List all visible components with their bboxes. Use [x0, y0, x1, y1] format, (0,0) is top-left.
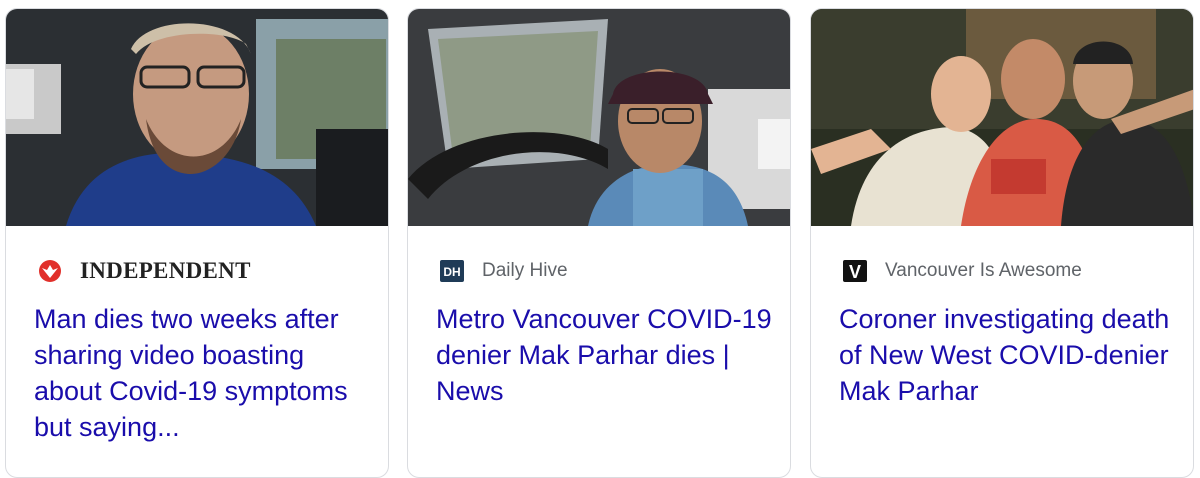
news-thumbnail[interactable]	[811, 9, 1193, 226]
news-headline[interactable]: Coroner investigating death of New West …	[839, 301, 1179, 409]
source-name: Daily Hive	[482, 260, 568, 281]
daily-hive-logo-icon: DH	[438, 259, 466, 283]
news-headline[interactable]: Metro Vancouver COVID-19 denier Mak Parh…	[436, 301, 776, 409]
thumbnail-image	[6, 9, 388, 226]
eagle-icon	[36, 259, 64, 283]
news-headline[interactable]: Man dies two weeks after sharing video b…	[34, 301, 374, 445]
news-card[interactable]: INDEPENDENT Man dies two weeks after sha…	[5, 8, 389, 478]
source-name: Vancouver Is Awesome	[885, 260, 1082, 281]
news-card[interactable]: DH Daily Hive Metro Vancouver COVID-19 d…	[407, 8, 791, 478]
news-source: DH Daily Hive	[438, 259, 568, 283]
svg-text:V: V	[849, 262, 861, 282]
news-source: INDEPENDENT	[36, 258, 251, 283]
vancouver-is-awesome-logo-icon: V	[841, 259, 869, 283]
source-name: INDEPENDENT	[80, 258, 251, 283]
svg-text:DH: DH	[443, 265, 460, 279]
news-thumbnail[interactable]	[408, 9, 790, 226]
thumbnail-image	[811, 9, 1193, 226]
thumbnail-image	[408, 9, 790, 226]
news-thumbnail[interactable]	[6, 9, 388, 226]
news-source: V Vancouver Is Awesome	[841, 259, 1082, 283]
news-carousel: INDEPENDENT Man dies two weeks after sha…	[0, 0, 1200, 478]
news-card[interactable]: V Vancouver Is Awesome Coroner investiga…	[810, 8, 1194, 478]
